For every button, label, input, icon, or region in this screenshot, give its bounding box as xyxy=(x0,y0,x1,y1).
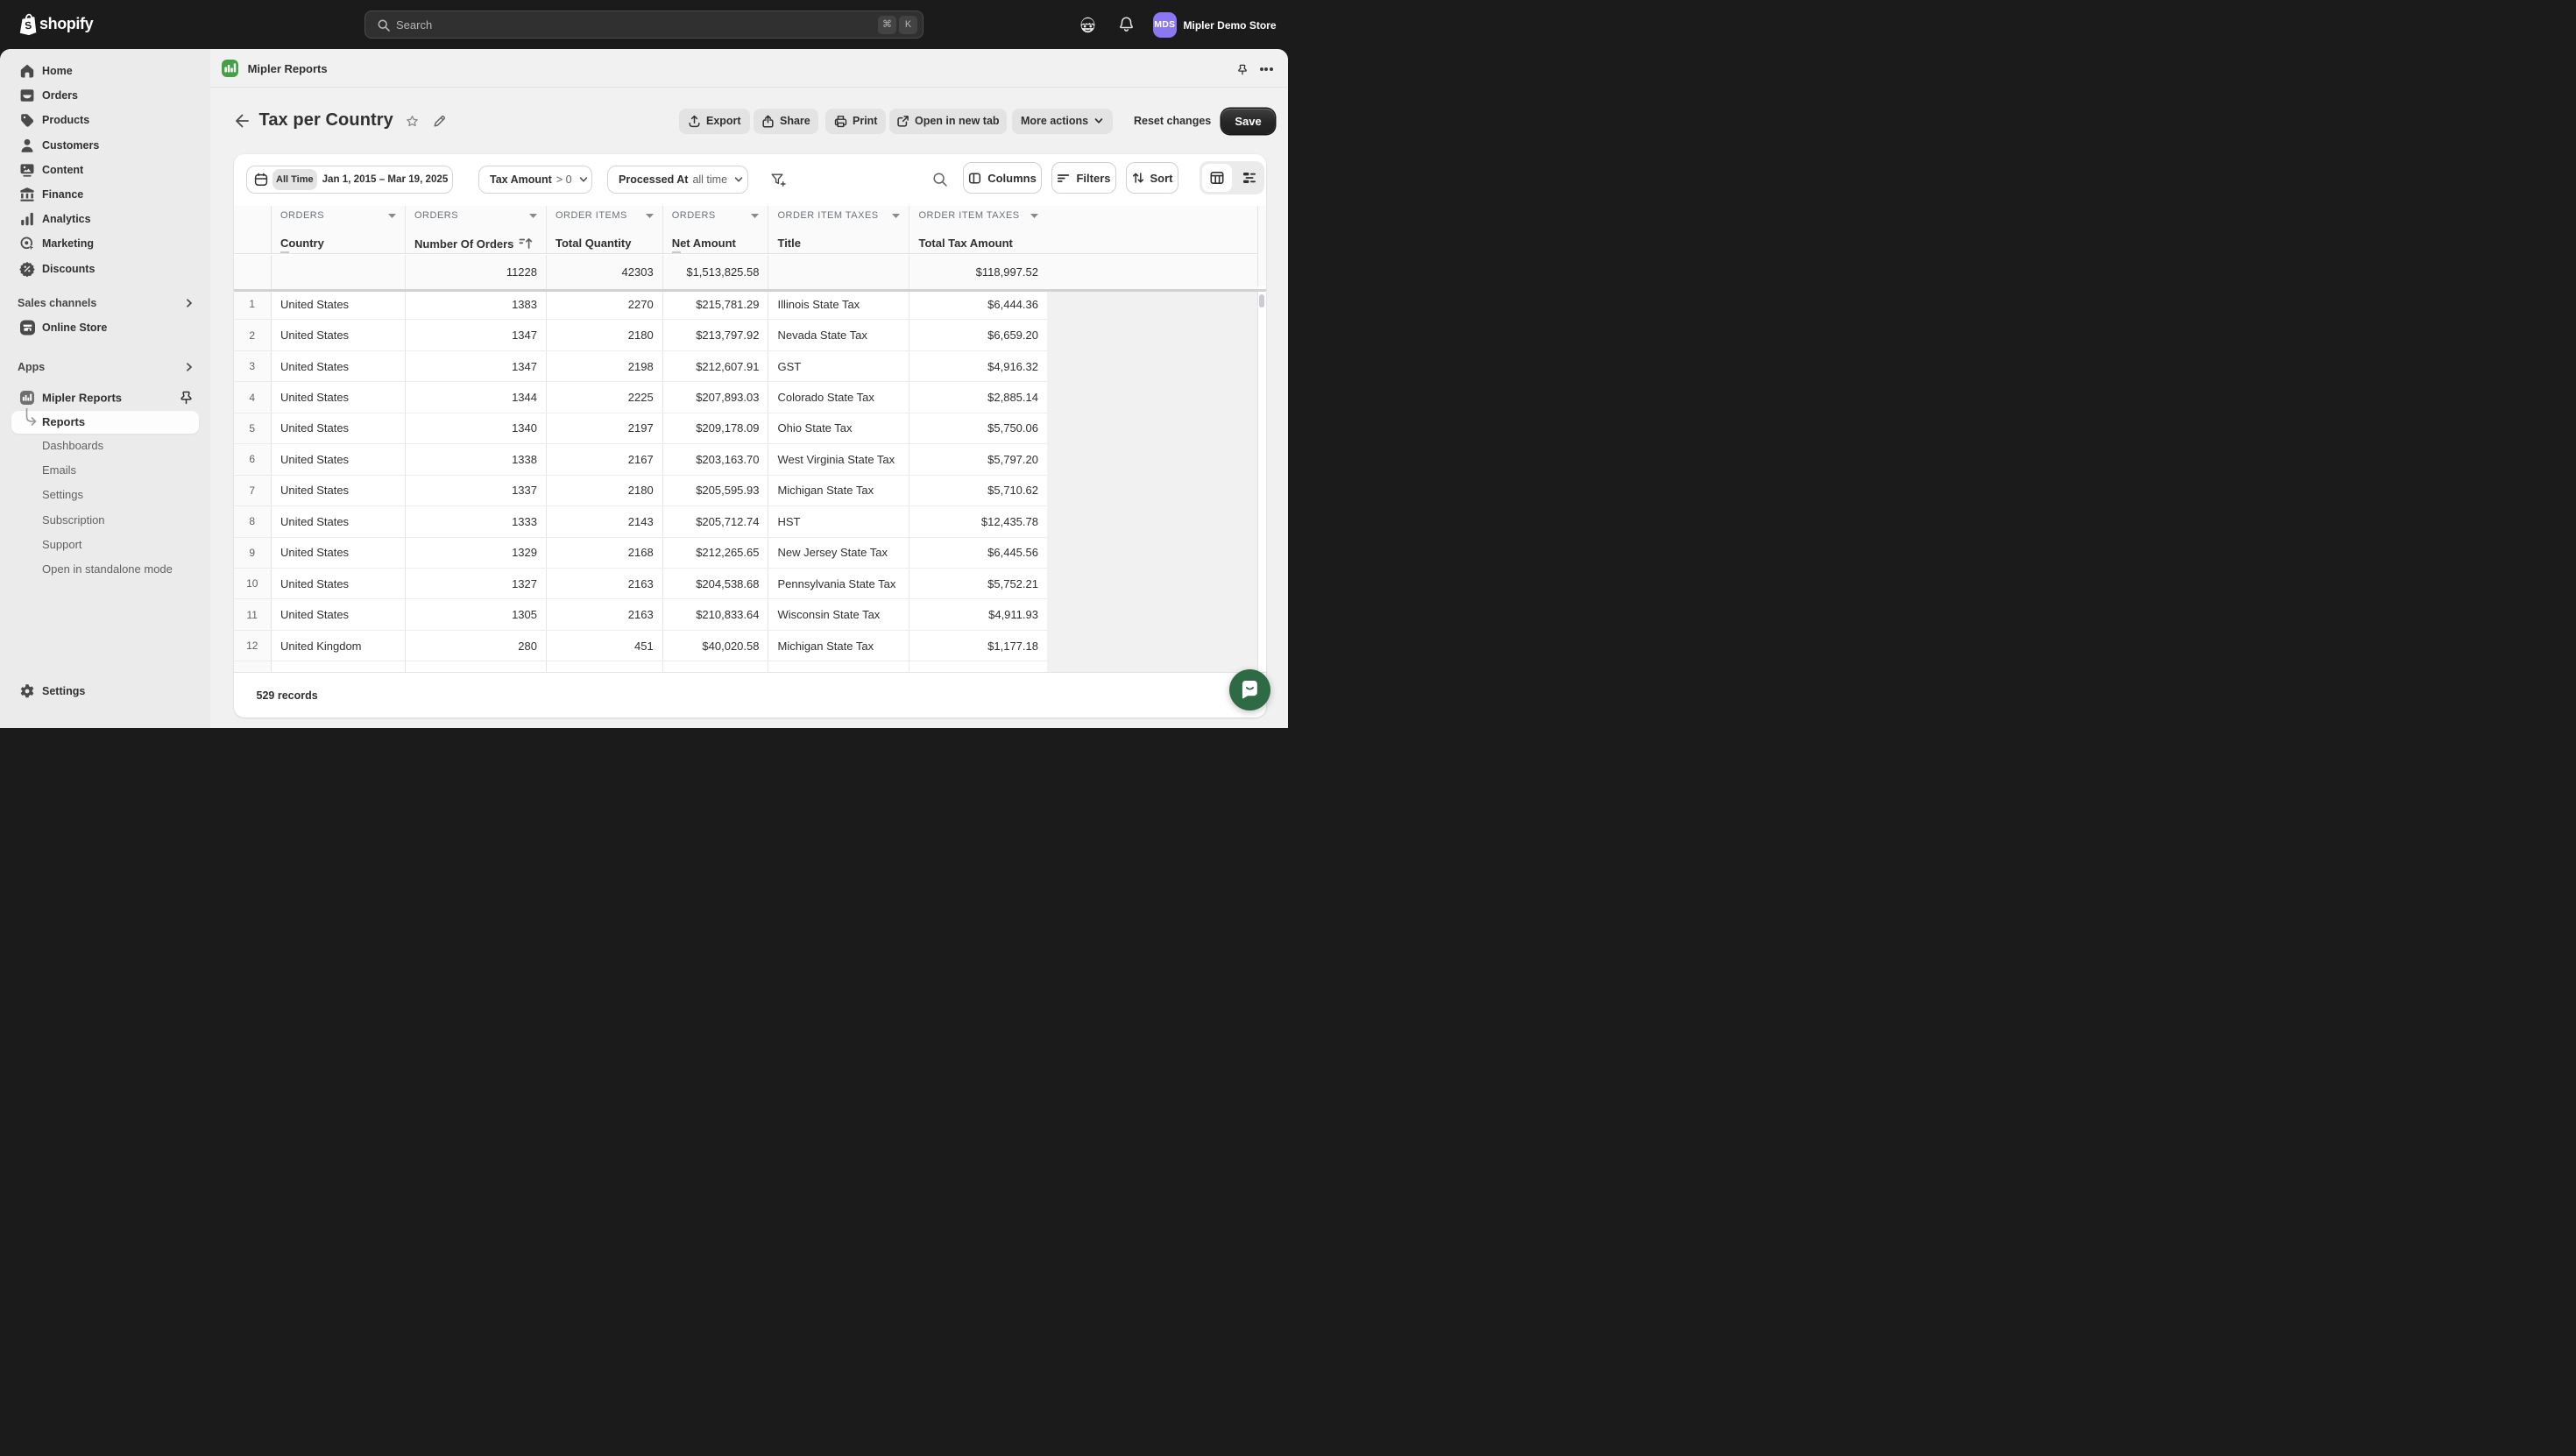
svg-text:S: S xyxy=(25,20,32,32)
